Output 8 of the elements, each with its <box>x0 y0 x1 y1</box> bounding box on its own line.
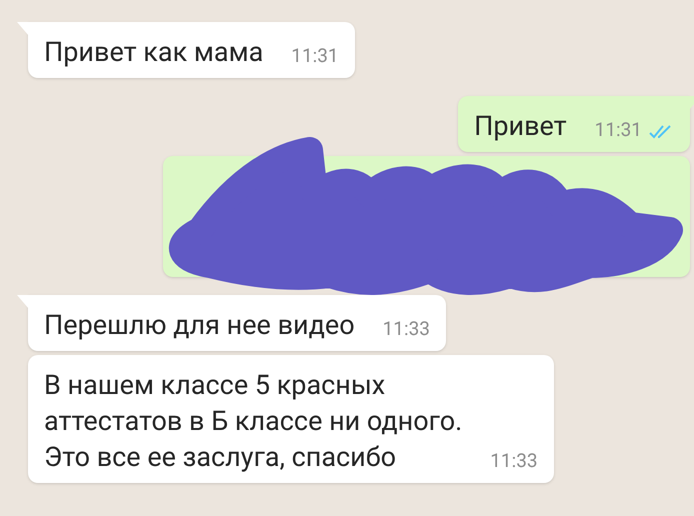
message-time: 11:33 <box>382 316 430 342</box>
message-time: 11:33 <box>490 448 538 474</box>
message-text: В нашем классе 5 красных аттестатов в Б классе ни одного. Это все ее заслуга, спасибо <box>44 368 462 475</box>
message-time: 11:31 <box>291 42 339 68</box>
message-text: Привет <box>474 109 567 144</box>
message-text: Перешлю для нее видео <box>44 308 355 343</box>
message-time: 11:31 <box>594 116 642 142</box>
message-text: Привет как мама <box>44 35 264 70</box>
